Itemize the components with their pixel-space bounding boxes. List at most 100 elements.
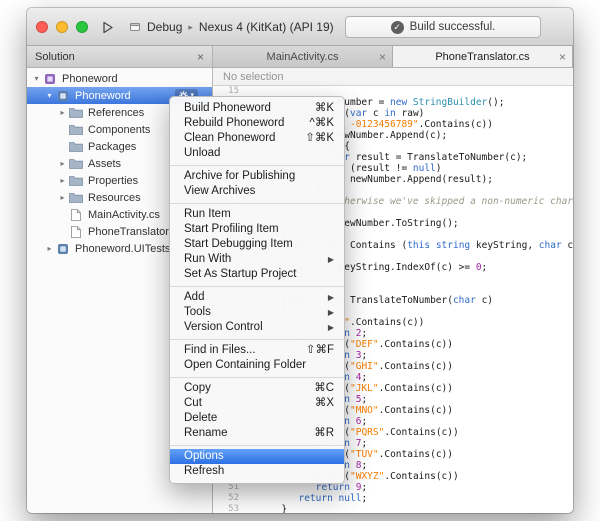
menu-item-refresh[interactable]: Refresh (170, 464, 344, 479)
tree-item-phoneword[interactable]: ▾ Phoneword (27, 70, 212, 87)
line-number: 52 (213, 493, 247, 504)
menu-item-label: Archive for Publishing (184, 169, 334, 184)
tree-item-label: References (88, 107, 144, 119)
menu-item-set-as-startup-project[interactable]: Set As Startup Project (170, 267, 344, 282)
menu-item-rebuild-phoneword[interactable]: Rebuild Phoneword^⌘K (170, 116, 344, 131)
menu-shortcut: ⌘X (315, 396, 334, 411)
menu-item-clean-phoneword[interactable]: Clean Phoneword ⇧⌘K (170, 131, 344, 146)
folder-icon (68, 175, 84, 186)
checkmark-icon: ✓ (391, 21, 404, 34)
csharp-file-icon (68, 209, 84, 221)
tab-label: MainActivity.cs (267, 51, 339, 63)
code-text: return null; (247, 493, 367, 504)
menu-item-archive-for-publishing[interactable]: Archive for Publishing (170, 169, 344, 184)
menu-item-rename[interactable]: Rename⌘R (170, 426, 344, 441)
menu-item-run-item[interactable]: Run Item (170, 207, 344, 222)
submenu-arrow-icon: ▶ (328, 320, 334, 335)
menu-item-label: Rename (184, 426, 306, 441)
folder-icon (68, 158, 84, 169)
menu-item-find-in-files[interactable]: Find in Files...⇧⌘F (170, 343, 344, 358)
tree-item-label: Phoneword (75, 90, 131, 102)
run-play-icon (100, 20, 115, 35)
code-line[interactable]: 52 return null; (213, 493, 573, 504)
line-number: 53 (213, 504, 247, 513)
menu-separator (170, 165, 344, 166)
menu-shortcut: ⌘C (314, 381, 334, 396)
tree-item-label: Properties (88, 175, 138, 187)
menu-item-options[interactable]: Options (170, 449, 344, 464)
menu-item-label: Run With (184, 252, 320, 267)
close-button[interactable] (36, 21, 48, 33)
chevron-down-icon[interactable]: ▾ (44, 91, 55, 100)
tab-bar: MainActivity.cs × PhoneTranslator.cs × (213, 46, 573, 68)
menu-item-label: Add (184, 290, 320, 305)
tab-mainactivity-cs[interactable]: MainActivity.cs × (213, 46, 393, 67)
breadcrumb-text: No selection (223, 71, 284, 83)
chevron-right-icon: ▸ (188, 22, 193, 33)
menu-item-label: Start Profiling Item (184, 222, 334, 237)
chevron-right-icon[interactable]: ▸ (57, 176, 68, 185)
menu-item-label: Open Containing Folder (184, 358, 334, 373)
menu-item-label: Clean Phoneword (184, 131, 297, 146)
tab-label: PhoneTranslator.cs (435, 51, 529, 63)
csharp-file-icon (68, 226, 84, 238)
minimize-button[interactable] (56, 21, 68, 33)
folder-icon (68, 124, 84, 135)
menu-shortcut: ^⌘K (309, 116, 334, 131)
menu-item-tools[interactable]: Tools▶ (170, 305, 344, 320)
menu-item-run-with[interactable]: Run With▶ (170, 252, 344, 267)
chevron-right-icon[interactable]: ▸ (57, 159, 68, 168)
menu-item-label: Start Debugging Item (184, 237, 334, 252)
menu-item-label: Set As Startup Project (184, 267, 334, 282)
tab-close-icon[interactable]: × (559, 51, 566, 63)
menu-item-version-control[interactable]: Version Control ▶ (170, 320, 344, 335)
menu-item-label: Version Control (184, 320, 320, 335)
menu-shortcut: ⇧⌘F (306, 343, 334, 358)
tab-close-icon[interactable]: × (379, 51, 386, 63)
menu-item-add[interactable]: Add▶ (170, 290, 344, 305)
menu-shortcut: ⌘K (315, 101, 334, 116)
ide-window: Debug ▸ Nexus 4 (KitKat) (API 19) ✓ Buil… (27, 8, 573, 513)
menu-item-label: Unload (184, 146, 334, 161)
folder-icon (68, 141, 84, 152)
folder-icon (68, 107, 84, 118)
menu-item-label: Build Phoneword (184, 101, 307, 116)
menu-item-start-debugging-item[interactable]: Start Debugging Item (170, 237, 344, 252)
menu-item-label: Run Item (184, 207, 334, 222)
menu-item-copy[interactable]: Copy ⌘C (170, 381, 344, 396)
close-icon[interactable]: × (197, 51, 204, 63)
menu-separator (170, 203, 344, 204)
menu-item-delete[interactable]: Delete (170, 411, 344, 426)
menu-item-label: Copy (184, 381, 306, 396)
configuration-icon (129, 21, 141, 33)
tree-item-label: Assets (88, 158, 121, 170)
run-button[interactable] (99, 19, 116, 36)
chevron-right-icon[interactable]: ▸ (44, 244, 55, 253)
configuration-selector[interactable]: Debug (147, 20, 182, 34)
tab-phonetranslator-cs[interactable]: PhoneTranslator.cs × (393, 46, 573, 67)
menu-item-view-archives[interactable]: View Archives (170, 184, 344, 199)
menu-item-label: Refresh (184, 464, 334, 479)
tree-item-label: Phoneword.UITests (75, 243, 170, 255)
menu-item-unload[interactable]: Unload (170, 146, 344, 161)
chevron-down-icon[interactable]: ▾ (31, 74, 42, 83)
menu-separator (170, 445, 344, 446)
menu-shortcut: ⇧⌘K (305, 131, 334, 146)
menu-item-start-profiling-item[interactable]: Start Profiling Item (170, 222, 344, 237)
menu-separator (170, 339, 344, 340)
menu-item-build-phoneword[interactable]: Build Phoneword ⌘K (170, 101, 344, 116)
code-line[interactable]: 53 } (213, 504, 573, 513)
zoom-button[interactable] (76, 21, 88, 33)
menu-item-open-containing-folder[interactable]: Open Containing Folder (170, 358, 344, 373)
breadcrumb: No selection (213, 68, 573, 86)
submenu-arrow-icon: ▶ (328, 305, 334, 320)
menu-separator (170, 286, 344, 287)
solution-pad-header: Solution × (27, 46, 213, 68)
chevron-right-icon[interactable]: ▸ (57, 193, 68, 202)
solution-pad-title: Solution (35, 51, 75, 63)
tree-item-label: Phoneword (62, 73, 118, 85)
chevron-right-icon[interactable]: ▸ (57, 108, 68, 117)
solution-icon (42, 73, 58, 85)
device-selector[interactable]: Nexus 4 (KitKat) (API 19) (199, 20, 334, 34)
menu-item-cut[interactable]: Cut⌘X (170, 396, 344, 411)
